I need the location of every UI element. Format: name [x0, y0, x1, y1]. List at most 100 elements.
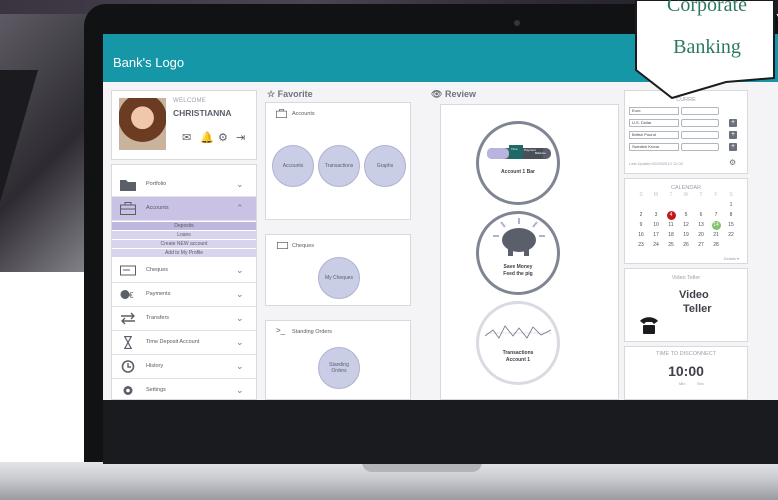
currency-input[interactable]: [681, 143, 719, 151]
calendar-day[interactable]: 8: [725, 211, 737, 220]
calendar-weekday: S: [729, 192, 733, 198]
calendar-day[interactable]: 6: [695, 211, 707, 220]
card-heading-text: Cheques: [292, 243, 315, 249]
sidebar-item-cheques[interactable]: Cheques ⌄: [112, 259, 256, 283]
currency-name: Euro: [629, 107, 679, 115]
calendar-day[interactable]: 21: [710, 231, 722, 240]
add-icon[interactable]: +: [729, 119, 737, 127]
favorite-standing-orders-card: >_ Standing Orders Standing Orders: [265, 320, 411, 400]
chevron-down-icon[interactable]: ⌄: [236, 337, 244, 347]
chevron-down-icon[interactable]: ⌄: [236, 179, 244, 189]
sidebar-item-label: Settings: [146, 387, 166, 393]
mail-icon[interactable]: ✉: [182, 133, 193, 144]
bubble-standing-orders[interactable]: Standing Orders: [318, 347, 360, 389]
calendar-day[interactable]: 12: [680, 221, 692, 230]
chevron-down-icon[interactable]: ⌄: [236, 313, 244, 323]
calendar-day[interactable]: 20: [695, 231, 707, 240]
logout-icon[interactable]: ⇥: [236, 133, 247, 144]
badge-line2: Banking: [673, 36, 741, 58]
currency-input[interactable]: [681, 119, 719, 127]
bubble-transactions[interactable]: Transactions: [318, 145, 360, 187]
piggy-bank-widget[interactable]: Save Money Feed the pig: [476, 211, 560, 295]
calendar-day[interactable]: 23: [635, 241, 647, 250]
bell-icon[interactable]: 🔔: [200, 133, 214, 144]
transactions-widget[interactable]: Transactions Account 1: [476, 301, 560, 385]
sidebar-item-time-deposit[interactable]: Time Deposit Account ⌄: [112, 331, 256, 355]
calendar-day[interactable]: 25: [665, 241, 677, 250]
currency-row-gbp: British Pound +: [629, 131, 739, 139]
account-bar-widget[interactable]: Time Payment Balance Account 1 Bar: [476, 121, 560, 205]
calendar-day[interactable]: 26: [680, 241, 692, 250]
calendar-day[interactable]: 22: [725, 231, 737, 240]
calendar-day[interactable]: 10: [650, 221, 662, 230]
favorite-accounts-card: Accounts Accounts Transactions Graphs: [265, 102, 411, 220]
submenu-item-loans[interactable]: Loans: [112, 231, 256, 240]
sidebar-item-payments[interactable]: € Payments ⌄: [112, 283, 256, 307]
favorite-title-text: Favorite: [277, 89, 313, 99]
submenu-item-deposits[interactable]: Deposits: [112, 222, 256, 231]
currency-name: U.S. Dollar: [629, 119, 679, 127]
add-icon[interactable]: +: [729, 143, 737, 151]
screen-bottom-bezel: [103, 400, 778, 464]
calendar-details-link[interactable]: Details ▾: [724, 256, 739, 261]
chevron-down-icon[interactable]: ⌄: [236, 361, 244, 371]
calendar-day[interactable]: 2: [635, 211, 647, 220]
currency-input[interactable]: [681, 107, 719, 115]
piggy-bank-icon: [493, 218, 545, 256]
calendar-day[interactable]: 24: [650, 241, 662, 250]
calendar-day[interactable]: 5: [680, 211, 692, 220]
chevron-down-icon[interactable]: ⌄: [236, 385, 244, 395]
add-icon[interactable]: +: [729, 131, 737, 139]
calendar-day[interactable]: 16: [635, 231, 647, 240]
sidebar-item-history[interactable]: History ⌄: [112, 355, 256, 379]
bank-logo[interactable]: Bank's Logo: [113, 55, 184, 70]
calendar-day[interactable]: 11: [665, 221, 677, 230]
sidebar-item-transfers[interactable]: Transfers ⌄: [112, 307, 256, 331]
review-title: 👁 Review: [431, 89, 476, 100]
calendar-day[interactable]: 7: [710, 211, 722, 220]
calendar-day[interactable]: 28: [710, 241, 722, 250]
gear-icon[interactable]: ⚙: [218, 133, 229, 144]
calendar-day[interactable]: 18: [665, 231, 677, 240]
chevron-down-icon[interactable]: ⌄: [236, 265, 244, 275]
submenu-item-add-profile[interactable]: Add to My Profile: [112, 249, 256, 258]
bubble-my-cheques[interactable]: My Cheques: [318, 257, 360, 299]
calendar-weekday: T: [669, 192, 673, 198]
currency-name: British Pound: [629, 131, 679, 139]
review-title-text: Review: [444, 89, 476, 99]
widget-label-line1: Save Money: [503, 264, 533, 270]
bubble-accounts[interactable]: Accounts: [272, 145, 314, 187]
calendar-weekday: M: [653, 192, 659, 198]
favorite-title: ☆ Favorite: [267, 89, 313, 100]
calendar-day[interactable]: 19: [680, 231, 692, 240]
submenu-item-create-account[interactable]: Create NEW account: [112, 240, 256, 249]
calendar-weekday: S: [639, 192, 643, 198]
video-teller-heading-line2: Teller: [683, 303, 712, 315]
calendar-day[interactable]: 4: [666, 211, 676, 220]
sidebar-item-settings[interactable]: Settings ⌄: [112, 379, 256, 400]
sidebar-item-accounts[interactable]: Accounts ⌃: [112, 197, 256, 221]
sidebar-item-portfolio[interactable]: Portfolio ⌄: [112, 173, 256, 197]
calendar-day[interactable]: 14: [711, 221, 721, 230]
currency-name: Swedish Krona: [629, 143, 679, 151]
chevron-up-icon[interactable]: ⌃: [236, 203, 244, 213]
video-teller-card[interactable]: Video Teller Video Teller: [624, 268, 748, 342]
calendar-day[interactable]: 3: [650, 211, 662, 220]
details-link-text: Details: [723, 256, 736, 261]
avatar[interactable]: [119, 98, 166, 150]
bubble-graphs[interactable]: Graphs: [364, 145, 406, 187]
calendar-day[interactable]: 27: [695, 241, 707, 250]
currency-input[interactable]: [681, 131, 719, 139]
review-panel: Time Payment Balance Account 1 Bar Save …: [440, 104, 619, 400]
card-heading-text: Accounts: [292, 111, 315, 117]
gear-icon: [123, 386, 133, 395]
gear-icon[interactable]: ⚙: [729, 158, 736, 167]
calendar-day[interactable]: 9: [635, 221, 647, 230]
currency-row-euro: Euro: [629, 107, 739, 115]
chevron-down-icon[interactable]: ⌄: [236, 289, 244, 299]
calendar-day[interactable]: 1: [725, 201, 737, 210]
calendar-day[interactable]: 15: [725, 221, 737, 230]
calendar-day[interactable]: 13: [695, 221, 707, 230]
calendar-day[interactable]: 17: [650, 231, 662, 240]
eye-icon: 👁: [431, 89, 443, 99]
